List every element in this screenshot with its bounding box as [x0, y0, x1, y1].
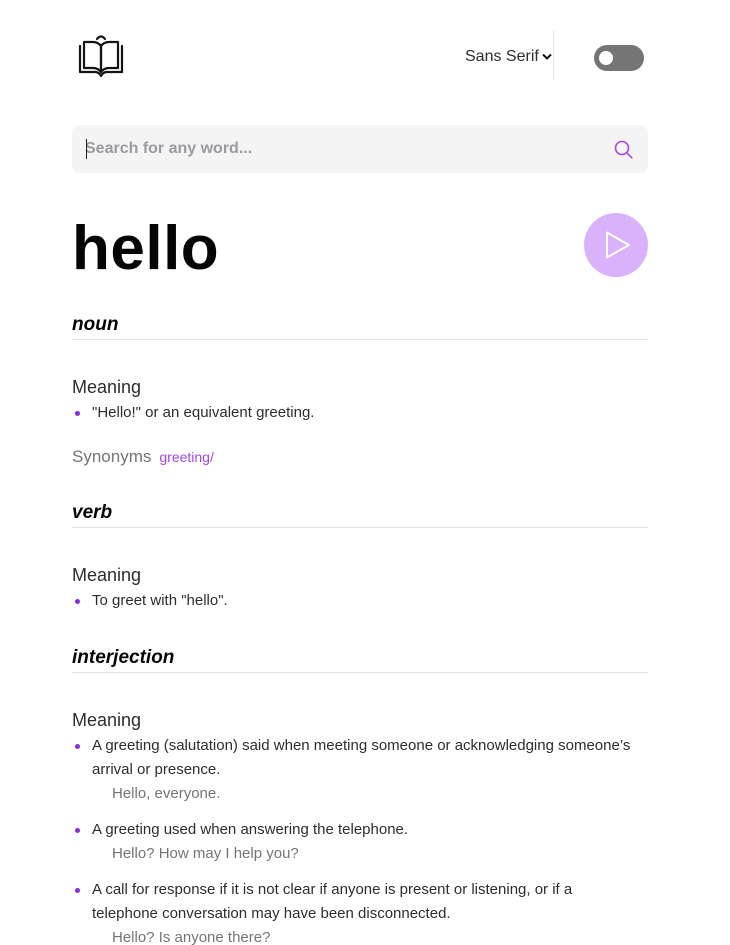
book-icon[interactable]: [78, 34, 124, 80]
bullet: [75, 888, 80, 893]
header: Sans Serif: [72, 30, 648, 84]
search-input[interactable]: [85, 125, 585, 173]
dictionary-app: Sans Serif hello noun Meaning: [72, 0, 648, 945]
word-header: hello: [72, 213, 648, 313]
definition-text: A greeting used when answering the telep…: [92, 821, 409, 838]
font-selector-label: Sans Serif: [465, 48, 539, 65]
word-title: hello: [72, 214, 220, 283]
section-interjection: interjection Meaning A greeting (salutat…: [72, 646, 648, 945]
example-text: Hello? How may I help you?: [112, 845, 299, 862]
play-icon: [606, 231, 630, 259]
definition-item: To greet with "hello".: [72, 589, 632, 613]
part-of-speech: verb: [72, 502, 113, 523]
bullet: [75, 828, 80, 833]
search-icon[interactable]: [614, 140, 633, 159]
text-caret: [86, 139, 87, 159]
definition-item: "Hello!" or an equivalent greeting.: [72, 401, 632, 425]
chevron-down-icon: [542, 53, 552, 60]
definition-item: A greeting (salutation) said when meetin…: [72, 734, 632, 806]
section-divider: [72, 527, 648, 528]
definition-text: "Hello!" or an equivalent greeting.: [92, 404, 315, 421]
definition-list: "Hello!" or an equivalent greeting.: [72, 401, 648, 425]
definition-list: To greet with "hello".: [72, 589, 648, 613]
theme-toggle[interactable]: [594, 45, 644, 71]
example-text: Hello? Is anyone there?: [112, 929, 271, 945]
bullet: [75, 744, 80, 749]
bullet: [75, 599, 80, 604]
header-divider: [553, 30, 554, 80]
part-of-speech: interjection: [72, 647, 175, 668]
bullet: [75, 411, 80, 416]
meaning-label: Meaning: [72, 377, 142, 397]
toggle-knob: [599, 51, 613, 65]
synonym-link[interactable]: greeting/: [159, 449, 213, 465]
meaning-label: Meaning: [72, 565, 142, 585]
definition-item: A call for response if it is not clear i…: [72, 878, 632, 945]
definition-item: A greeting used when answering the telep…: [72, 818, 632, 866]
section-noun: noun Meaning "Hello!" or an equivalent g…: [72, 313, 648, 467]
play-audio-button[interactable]: [584, 213, 648, 277]
definition-text: A greeting (salutation) said when meetin…: [92, 737, 631, 778]
synonyms-row: Synonyms greeting/: [72, 447, 648, 467]
part-of-speech: noun: [72, 314, 119, 335]
section-divider: [72, 339, 648, 340]
definition-text: To greet with "hello".: [92, 592, 228, 609]
synonyms-label: Synonyms: [72, 447, 152, 466]
section-divider: [72, 672, 648, 673]
font-selector[interactable]: Sans Serif: [465, 48, 552, 66]
meaning-label: Meaning: [72, 710, 142, 730]
example-text: Hello, everyone.: [112, 785, 221, 802]
definition-list: A greeting (salutation) said when meetin…: [72, 734, 648, 945]
section-verb: verb Meaning To greet with "hello".: [72, 501, 648, 613]
definition-text: A call for response if it is not clear i…: [92, 881, 573, 922]
search-bar: [72, 125, 648, 173]
